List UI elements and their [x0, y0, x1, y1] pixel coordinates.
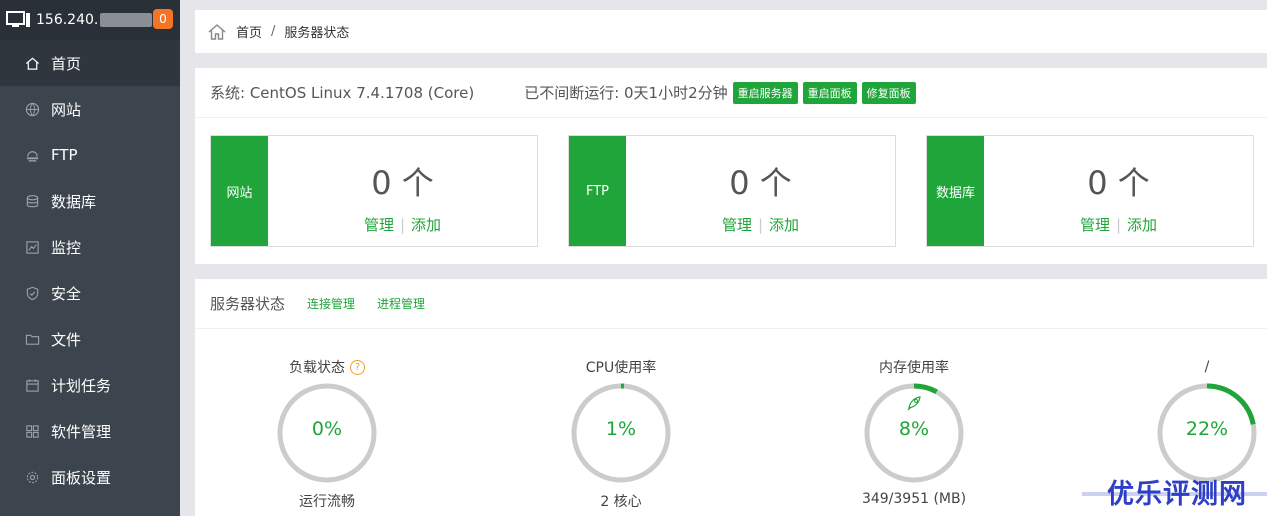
sidebar-item-label: 文件: [51, 330, 82, 349]
sidebar-item-8[interactable]: 软件管理: [0, 408, 180, 454]
card-links: 管理 | 添加: [984, 214, 1253, 235]
sidebar-item-label: 网站: [51, 100, 82, 119]
site-count: 0 个: [371, 164, 434, 202]
gauge-label: 负载状态: [289, 360, 345, 376]
connection-manage-link[interactable]: 连接管理: [307, 295, 355, 312]
gauge-value: 0%: [311, 418, 343, 440]
server-ip: 156.240.: [36, 12, 99, 28]
calendar-icon: [24, 377, 40, 393]
site-manage-link[interactable]: 管理: [364, 216, 394, 234]
memory-gauge[interactable]: 内存使用率 8% 349/3951 (MB): [854, 357, 974, 507]
sidebar-item-6[interactable]: 文件: [0, 316, 180, 362]
site-count-card: 网站 0 个 管理 | 添加: [210, 135, 538, 247]
card-tag-site[interactable]: 网站: [211, 136, 268, 246]
overview-panel: 系统: CentOS Linux 7.4.1708 (Core) 已不间断运行:…: [195, 68, 1267, 264]
gauge-value: 1%: [605, 418, 637, 440]
sidebar-item-4[interactable]: 监控: [0, 224, 180, 270]
sidebar-item-label: FTP: [51, 146, 78, 164]
sidebar-item-7[interactable]: 计划任务: [0, 362, 180, 408]
gauge-subtext: 2 核心: [600, 494, 642, 510]
globe-icon: [24, 101, 40, 117]
breadcrumb-separator: /: [271, 24, 276, 39]
gauge-subtext: 运行流畅: [299, 494, 355, 510]
ip-mask: [100, 13, 153, 27]
sidebar-item-5[interactable]: 安全: [0, 270, 180, 316]
ftp-icon: [24, 147, 40, 163]
ftp-add-link[interactable]: 添加: [769, 216, 799, 234]
notification-badge[interactable]: 0: [153, 9, 173, 29]
database-add-link[interactable]: 添加: [1127, 216, 1157, 234]
breadcrumb-current: 服务器状态: [284, 26, 350, 41]
gauge-value: 8%: [898, 418, 930, 440]
ftp-manage-link[interactable]: 管理: [722, 216, 752, 234]
server-header[interactable]: 156.240. 0: [0, 0, 180, 40]
card-tag-database[interactable]: 数据库: [927, 136, 984, 246]
rocket-icon[interactable]: [904, 393, 924, 413]
restart-panel-button[interactable]: 重启面板: [802, 81, 857, 104]
uptime-info: 已不间断运行: 0天1小时2分钟: [524, 84, 728, 102]
process-manage-link[interactable]: 进程管理: [377, 295, 425, 312]
sidebar: 156.240. 0 首页网站 FTP 数据库监控安全文件计划任务软件管理面板设置: [0, 0, 180, 516]
card-tag-ftp[interactable]: FTP: [569, 136, 626, 246]
link-divider: |: [757, 216, 764, 234]
sidebar-item-0[interactable]: 首页: [0, 40, 180, 86]
gauge-label: 内存使用率: [879, 360, 949, 376]
sidebar-item-2[interactable]: FTP: [0, 132, 180, 178]
load-gauge[interactable]: 负载状态? 0% 运行流畅: [267, 357, 387, 511]
gauge-value: 22%: [1185, 418, 1229, 440]
database-manage-link[interactable]: 管理: [1080, 216, 1110, 234]
sidebar-item-label: 软件管理: [51, 422, 112, 441]
repair-panel-button[interactable]: 修复面板: [861, 81, 916, 104]
sidebar-item-3[interactable]: 数据库: [0, 178, 180, 224]
disk-gauge[interactable]: / 22%: [1147, 357, 1267, 491]
gauge-subtext: 349/3951 (MB): [861, 491, 967, 507]
card-links: 管理 | 添加: [268, 214, 537, 235]
site-add-link[interactable]: 添加: [411, 216, 441, 234]
link-divider: |: [1115, 216, 1122, 234]
sidebar-item-label: 安全: [51, 284, 82, 303]
sidebar-item-label: 首页: [51, 54, 82, 73]
database-icon: [24, 193, 40, 209]
breadcrumb: 首页 / 服务器状态: [195, 10, 1267, 53]
card-links: 管理 | 添加: [626, 214, 895, 235]
monitor-icon: [6, 10, 32, 30]
sidebar-item-label: 监控: [51, 238, 82, 257]
sidebar-item-label: 面板设置: [51, 468, 112, 487]
status-header: 服务器状态 连接管理 进程管理: [195, 279, 1267, 329]
apps-grid-icon: [24, 423, 40, 439]
home-icon[interactable]: [207, 22, 227, 42]
watermark: 优乐评测网: [1107, 479, 1247, 510]
sidebar-item-1[interactable]: 网站: [0, 86, 180, 132]
cpu-gauge[interactable]: CPU使用率 1% 2 核心: [561, 357, 681, 511]
monitor-chart-icon: [24, 239, 40, 255]
shield-icon: [24, 285, 40, 301]
gear-icon: [24, 469, 40, 485]
ftp-count: 0 个: [729, 164, 792, 202]
gauge-label: /: [1204, 359, 1210, 375]
sidebar-item-label: 数据库: [51, 192, 97, 211]
database-count-card: 数据库 0 个 管理 | 添加: [926, 135, 1254, 247]
link-divider: |: [399, 216, 406, 234]
sidebar-item-9[interactable]: 面板设置: [0, 454, 180, 500]
folder-icon: [24, 331, 40, 347]
help-icon[interactable]: ?: [350, 359, 365, 375]
breadcrumb-home[interactable]: 首页: [236, 22, 262, 41]
ftp-count-card: FTP 0 个 管理 | 添加: [568, 135, 896, 247]
gauge-label: CPU使用率: [585, 360, 657, 376]
sidebar-item-label: 计划任务: [51, 376, 112, 395]
system-info: 系统: CentOS Linux 7.4.1708 (Core): [210, 84, 475, 102]
restart-server-button[interactable]: 重启服务器: [732, 81, 798, 104]
status-title: 服务器状态: [210, 295, 286, 313]
database-count: 0 个: [1087, 164, 1150, 202]
home-icon: [24, 55, 40, 71]
system-bar: 系统: CentOS Linux 7.4.1708 (Core) 已不间断运行:…: [195, 68, 1267, 118]
